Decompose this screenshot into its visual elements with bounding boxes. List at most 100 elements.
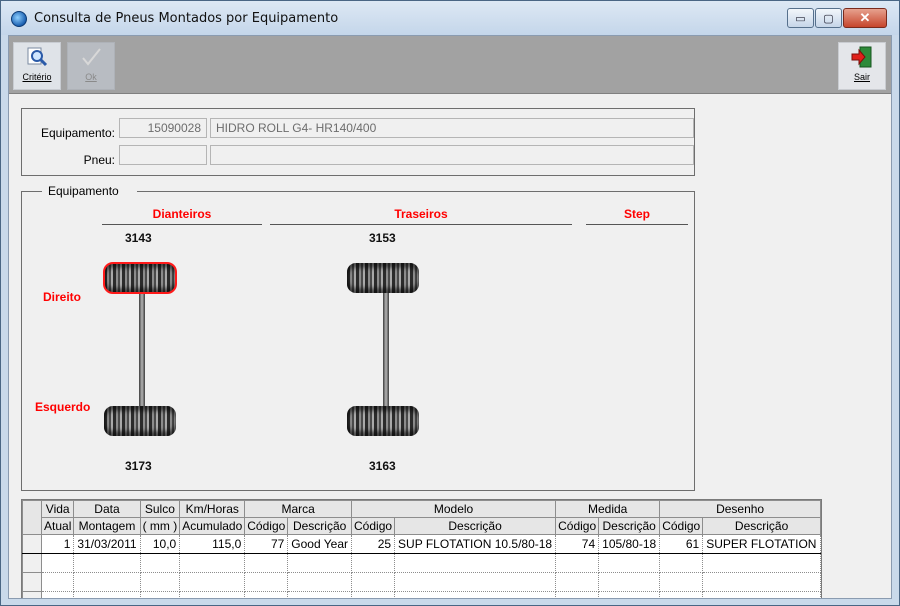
marca-descricao-cell[interactable]: Good Year [287, 534, 353, 554]
empty-cell[interactable] [140, 591, 181, 598]
table-row[interactable] [22, 553, 821, 573]
empty-cell[interactable] [41, 591, 75, 598]
empty-cell[interactable] [394, 572, 557, 592]
marca-group-header: Marca [244, 500, 353, 518]
modelo-descricao-header[interactable]: Descrição [394, 517, 557, 535]
modelo-descricao-cell[interactable]: SUP FLOTATION 10.5/80-18 [394, 534, 557, 554]
table-row[interactable] [22, 591, 821, 598]
empty-cell[interactable] [555, 553, 600, 573]
pneu-description-field[interactable] [210, 145, 694, 165]
marca-descricao-header[interactable]: Descrição [287, 517, 353, 535]
close-button[interactable]: ✕ [843, 8, 887, 28]
tire-front-left[interactable] [104, 406, 176, 436]
equipamento-code-field[interactable]: 15090028 [119, 118, 207, 138]
row-indicator[interactable] [22, 591, 43, 598]
empty-cell[interactable] [73, 572, 141, 592]
empty-cell[interactable] [702, 553, 821, 573]
tire-front-right[interactable] [103, 262, 177, 294]
empty-cell[interactable] [41, 553, 75, 573]
marca-codigo-cell[interactable]: 77 [244, 534, 289, 554]
empty-cell[interactable] [659, 591, 704, 598]
empty-cell[interactable] [394, 591, 557, 598]
row-indicator[interactable] [22, 534, 43, 554]
pneu-code-field[interactable] [119, 145, 207, 165]
magnifier-icon [26, 46, 48, 68]
window-title: Consulta de Pneus Montados por Equipamen… [34, 11, 339, 26]
table-row[interactable]: 1 31/03/2011 10,0 115,0 77 Good Year 25 … [22, 534, 821, 554]
empty-cell[interactable] [702, 572, 821, 592]
empty-cell[interactable] [351, 553, 396, 573]
desenho-descricao-cell[interactable]: SUPER FLOTATION [702, 534, 821, 554]
row-indicator[interactable] [22, 553, 43, 573]
km-header-2[interactable]: Acumulado [179, 517, 246, 535]
empty-cell[interactable] [244, 572, 289, 592]
empty-cell[interactable] [41, 572, 75, 592]
data-header-1[interactable]: Data [73, 500, 141, 518]
diagram-group-title: Equipamento [42, 184, 137, 198]
km-cell[interactable]: 115,0 [179, 534, 246, 554]
empty-cell[interactable] [287, 591, 353, 598]
medida-codigo-cell[interactable]: 74 [555, 534, 600, 554]
desenho-codigo-header[interactable]: Código [659, 517, 704, 535]
medida-descricao-cell[interactable]: 105/80-18 [598, 534, 661, 554]
sulco-header-1[interactable]: Sulco [139, 500, 181, 518]
modelo-codigo-cell[interactable]: 25 [351, 534, 396, 554]
medida-descricao-header[interactable]: Descrição [598, 517, 661, 535]
empty-cell[interactable] [73, 591, 141, 598]
equipment-diagram-panel: Equipamento Dianteiros Traseiros Step 31… [21, 184, 695, 491]
ok-button[interactable]: Ok [67, 42, 115, 90]
empty-cell[interactable] [351, 572, 396, 592]
row-indicator[interactable] [22, 572, 43, 592]
sair-button[interactable]: Sair [838, 42, 886, 90]
modelo-codigo-header[interactable]: Código [351, 517, 396, 535]
empty-cell[interactable] [598, 572, 661, 592]
tire-rear-left[interactable] [347, 406, 419, 436]
empty-cell[interactable] [140, 553, 181, 573]
checkmark-icon [80, 46, 102, 68]
title-bar[interactable]: Consulta de Pneus Montados por Equipamen… [1, 1, 899, 35]
marca-codigo-header[interactable]: Código [244, 517, 289, 535]
ok-label: Ok [85, 72, 97, 82]
empty-cell[interactable] [659, 572, 704, 592]
equipamento-description-field[interactable]: HIDRO ROLL G4- HR140/400 [210, 118, 694, 138]
table-row[interactable] [22, 572, 821, 592]
tire-number-front-left: 3173 [125, 459, 152, 473]
empty-cell[interactable] [555, 572, 600, 592]
km-header-1[interactable]: Km/Horas [179, 500, 246, 518]
sulco-header-2[interactable]: ( mm ) [139, 517, 181, 535]
vida-header-1[interactable]: Vida [41, 500, 75, 518]
empty-cell[interactable] [179, 572, 246, 592]
equipamento-label: Equipamento: [40, 126, 115, 140]
empty-cell[interactable] [702, 591, 821, 598]
maximize-button[interactable]: ▢ [815, 8, 842, 28]
data-cell[interactable]: 31/03/2011 [73, 534, 141, 554]
empty-cell[interactable] [73, 553, 141, 573]
empty-cell[interactable] [598, 591, 661, 598]
tire-rear-right[interactable] [347, 263, 419, 293]
toolbar: Critério Ok Sair [9, 36, 891, 94]
empty-cell[interactable] [659, 553, 704, 573]
vida-cell[interactable]: 1 [41, 534, 75, 554]
tire-history-grid[interactable]: Vida Data Sulco Km/Horas Marca Modelo Me… [21, 499, 822, 598]
empty-cell[interactable] [287, 553, 353, 573]
minimize-button[interactable]: ▭ [787, 8, 814, 28]
desenho-group-header: Desenho [659, 500, 821, 518]
desenho-descricao-header[interactable]: Descrição [702, 517, 821, 535]
empty-cell[interactable] [244, 591, 289, 598]
desenho-codigo-cell[interactable]: 61 [659, 534, 704, 554]
empty-cell[interactable] [394, 553, 557, 573]
empty-cell[interactable] [287, 572, 353, 592]
empty-cell[interactable] [598, 553, 661, 573]
empty-cell[interactable] [179, 553, 246, 573]
medida-codigo-header[interactable]: Código [555, 517, 600, 535]
empty-cell[interactable] [244, 553, 289, 573]
vida-header-2[interactable]: Atual [41, 517, 75, 535]
sulco-cell[interactable]: 10,0 [140, 534, 181, 554]
data-header-2[interactable]: Montagem [73, 517, 141, 535]
equipment-panel: Equipamento: 15090028 HIDRO ROLL G4- HR1… [21, 108, 695, 176]
empty-cell[interactable] [140, 572, 181, 592]
empty-cell[interactable] [555, 591, 600, 598]
criterio-button[interactable]: Critério [13, 42, 61, 90]
empty-cell[interactable] [351, 591, 396, 598]
empty-cell[interactable] [179, 591, 246, 598]
